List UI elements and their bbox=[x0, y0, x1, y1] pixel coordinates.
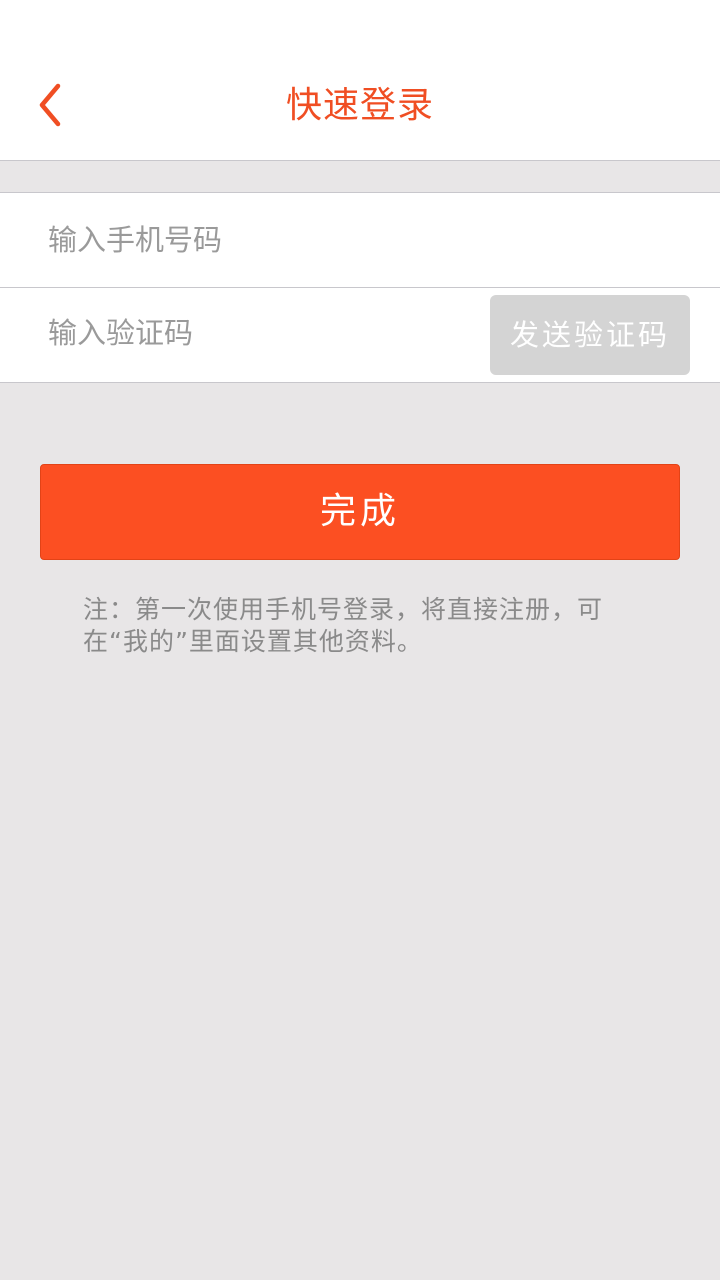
send-code-button[interactable]: 发送验证码 bbox=[490, 295, 690, 375]
header-bar: 快速登录 bbox=[0, 0, 720, 161]
phone-row bbox=[0, 193, 720, 288]
phone-input[interactable] bbox=[48, 217, 668, 263]
page-title: 快速登录 bbox=[285, 85, 434, 126]
login-form: 发送验证码 bbox=[0, 192, 720, 383]
code-row: 发送验证码 bbox=[0, 288, 720, 383]
verification-code-input[interactable] bbox=[48, 310, 468, 356]
done-button[interactable]: 完成 bbox=[40, 464, 680, 560]
registration-note: 注：第一次使用手机号登录，将直接注册，可在“我的”里面设置其他资料。 bbox=[83, 595, 604, 656]
